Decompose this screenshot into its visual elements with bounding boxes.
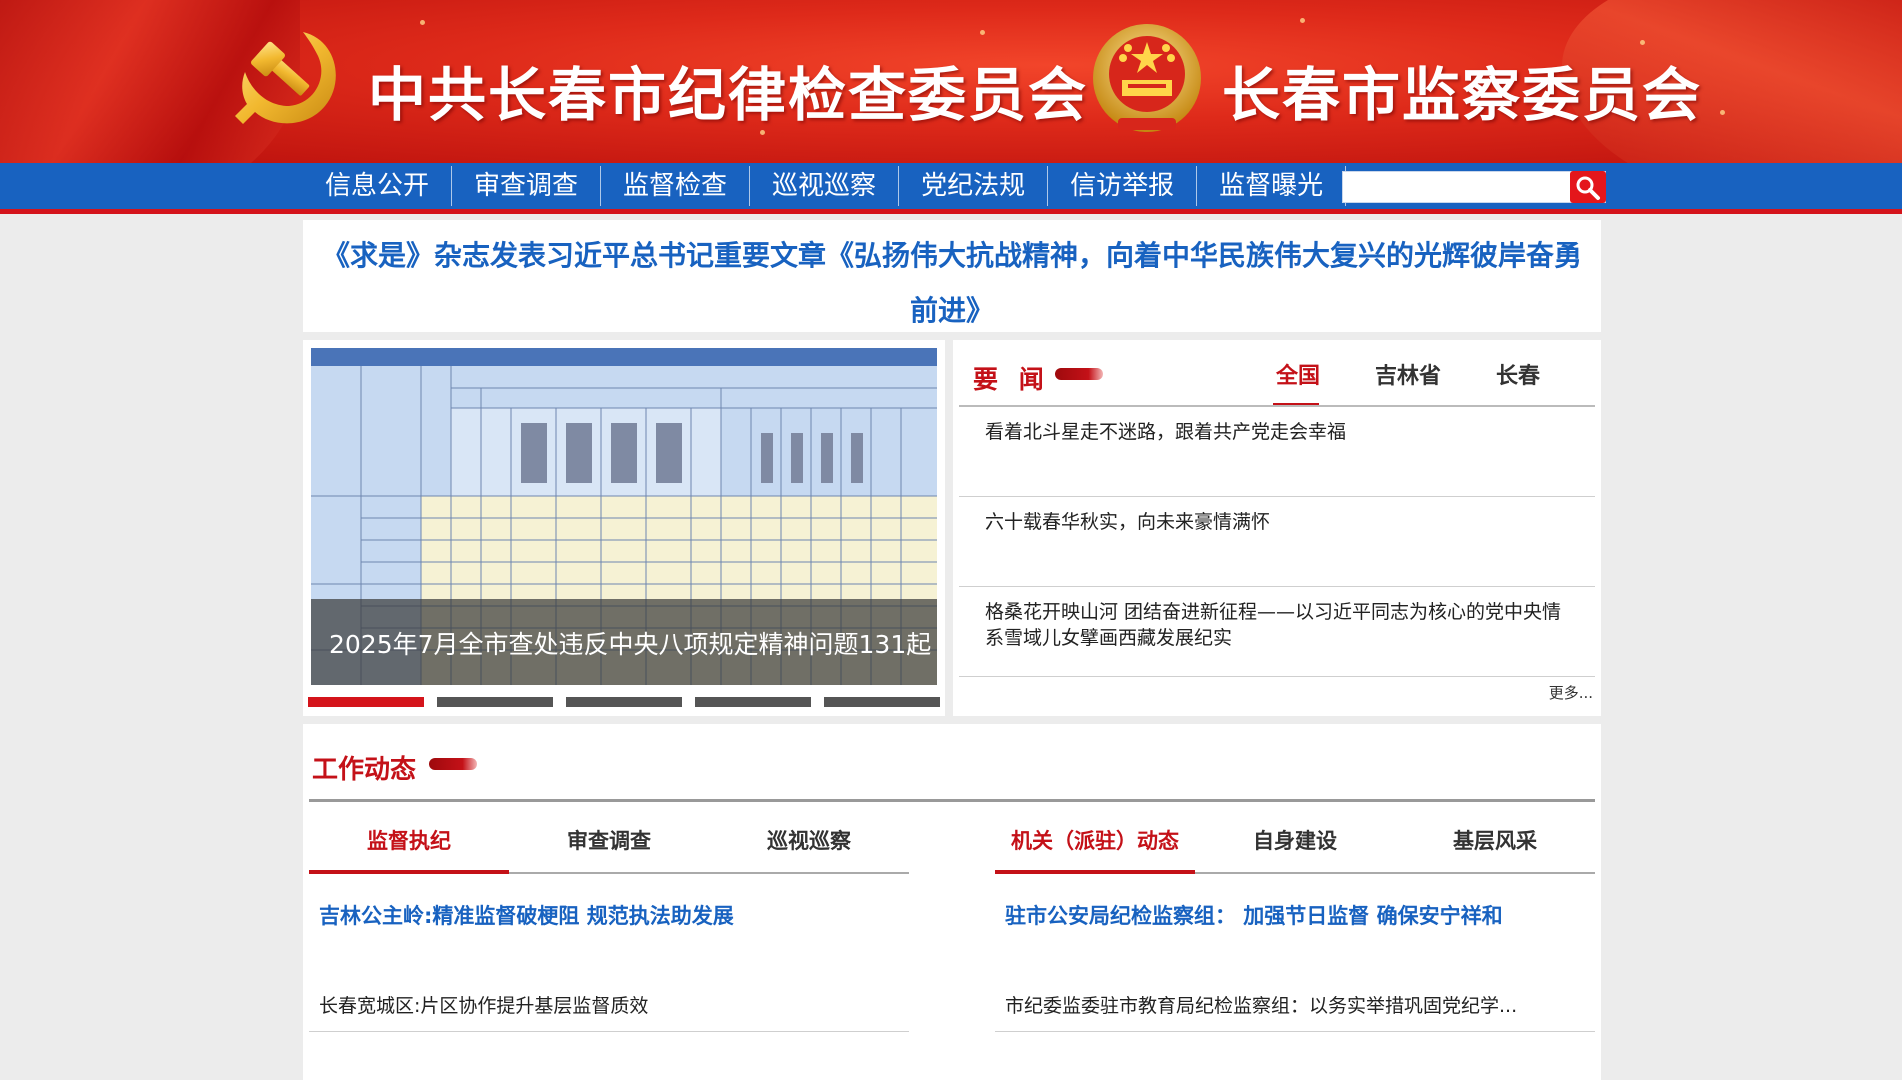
- sparkle: [1720, 110, 1725, 115]
- carousel-indicators: [308, 697, 940, 707]
- news-item[interactable]: 六十载春华秋实，向未来豪情满怀: [959, 497, 1595, 587]
- important-news-panel: 要 闻 全国 吉林省 长春 看着北斗星走不迷路，跟着共产党走会幸福 六十载春华秋…: [953, 340, 1601, 716]
- work-section-title: 工作动态: [312, 755, 417, 785]
- work-tabs-right: 机关（派驻）动态 自身建设 基层风采: [995, 816, 1595, 874]
- main-navigation: 信息公开 审查调查 监督检查 巡视巡察 党纪法规 信访举报 监督曝光: [0, 163, 1902, 214]
- carousel-dot[interactable]: [824, 697, 940, 707]
- nav-item[interactable]: 信息公开: [303, 166, 453, 206]
- title-decoration: [1055, 368, 1103, 380]
- sparkle: [420, 20, 425, 25]
- tab-national[interactable]: 全国: [1243, 360, 1353, 406]
- tab-investigation[interactable]: 审查调查: [509, 816, 709, 872]
- nav-item[interactable]: 监督检查: [601, 166, 751, 206]
- nav-item[interactable]: 审查调查: [452, 166, 602, 206]
- news-tabs: 全国 吉林省 长春: [1243, 360, 1573, 406]
- featured-article-link[interactable]: 驻市公安局纪检监察组： 加强节日监督 确保安宁祥和: [995, 900, 1595, 980]
- article-list-item[interactable]: 长春宽城区:片区协作提升基层监督质效: [309, 980, 909, 1032]
- nav-item[interactable]: 信访举报: [1048, 166, 1198, 206]
- news-section-title: 要 闻: [973, 365, 1050, 394]
- more-link[interactable]: 更多...: [1549, 682, 1593, 703]
- carousel-dot[interactable]: [566, 697, 682, 707]
- work-tabs-left: 监督执纪 审查调查 巡视巡察: [309, 816, 909, 874]
- tab-inspection[interactable]: 巡视巡察: [709, 816, 909, 872]
- site-banner: 中共长春市纪律检查委员会 长春市监察委员会: [0, 0, 1902, 163]
- nav-menu: 信息公开 审查调查 监督检查 巡视巡察 党纪法规 信访举报 监督曝光: [303, 163, 1347, 209]
- search-button[interactable]: [1570, 171, 1606, 203]
- nav-item[interactable]: 党纪法规: [899, 166, 1049, 206]
- sparkle: [980, 30, 985, 35]
- search-input[interactable]: [1343, 172, 1571, 202]
- article-list-item[interactable]: 市纪委监委驻市教育局纪检监察组：以务实举措巩固党纪学...: [995, 980, 1595, 1032]
- national-emblem-icon: [1093, 24, 1201, 132]
- tab-self-building[interactable]: 自身建设: [1195, 816, 1395, 872]
- work-dynamics-section: 工作动态 监督执纪 审查调查 巡视巡察 吉林公主岭:精准监督破梗阻 规范执法助发…: [303, 724, 1601, 1080]
- carousel-dot[interactable]: [695, 697, 811, 707]
- nav-item[interactable]: 巡视巡察: [750, 166, 900, 206]
- nav-item[interactable]: 监督曝光: [1197, 166, 1347, 206]
- news-item[interactable]: 看着北斗星走不迷路，跟着共产党走会幸福: [959, 407, 1595, 497]
- search-box: [1342, 171, 1606, 203]
- banner-title-left: 中共长春市纪律检查委员会: [368, 61, 1089, 129]
- banner-title-right: 长春市监察委员会: [1222, 61, 1703, 129]
- carousel-caption[interactable]: 2025年7月全市查处违反中央八项规定精神问题131起: [329, 625, 931, 661]
- tab-agency-dynamics[interactable]: 机关（派驻）动态: [995, 816, 1195, 874]
- featured-article-link[interactable]: 吉林公主岭:精准监督破梗阻 规范执法助发展: [309, 900, 909, 980]
- tab-changchun[interactable]: 长春: [1463, 360, 1573, 406]
- carousel-dot[interactable]: [437, 697, 553, 707]
- tab-jilin[interactable]: 吉林省: [1353, 360, 1463, 406]
- news-item[interactable]: 格桑花开映山河 团结奋进新征程——以习近平同志为核心的党中央情系雪域儿女擘画西藏…: [959, 587, 1595, 677]
- news-list: 看着北斗星走不迷路，跟着共产党走会幸福 六十载春华秋实，向未来豪情满怀 格桑花开…: [959, 407, 1595, 677]
- hammer-sickle-icon: [235, 32, 336, 124]
- headline-banner: 《求是》杂志发表习近平总书记重要文章《弘扬伟大抗战精神，向着中华民族伟大复兴的光…: [303, 220, 1601, 332]
- work-column-right: 机关（派驻）动态 自身建设 基层风采 驻市公安局纪检监察组： 加强节日监督 确保…: [995, 816, 1595, 1032]
- title-decoration: [429, 758, 477, 770]
- search-icon: [1576, 176, 1600, 200]
- tab-supervision[interactable]: 监督执纪: [309, 816, 509, 874]
- tab-grassroots[interactable]: 基层风采: [1395, 816, 1595, 872]
- image-carousel: 2025年7月全市查处违反中央八项规定精神问题131起: [303, 340, 945, 716]
- sparkle: [1300, 18, 1305, 23]
- sparkle: [1640, 40, 1645, 45]
- headline-link[interactable]: 《求是》杂志发表习近平总书记重要文章《弘扬伟大抗战精神，向着中华民族伟大复兴的光…: [303, 220, 1601, 338]
- work-column-left: 监督执纪 审查调查 巡视巡察 吉林公主岭:精准监督破梗阻 规范执法助发展 长春宽…: [309, 816, 909, 1032]
- divider: [309, 799, 1595, 802]
- carousel-slide-image[interactable]: 2025年7月全市查处违反中央八项规定精神问题131起: [311, 348, 937, 685]
- carousel-dot[interactable]: [308, 697, 424, 707]
